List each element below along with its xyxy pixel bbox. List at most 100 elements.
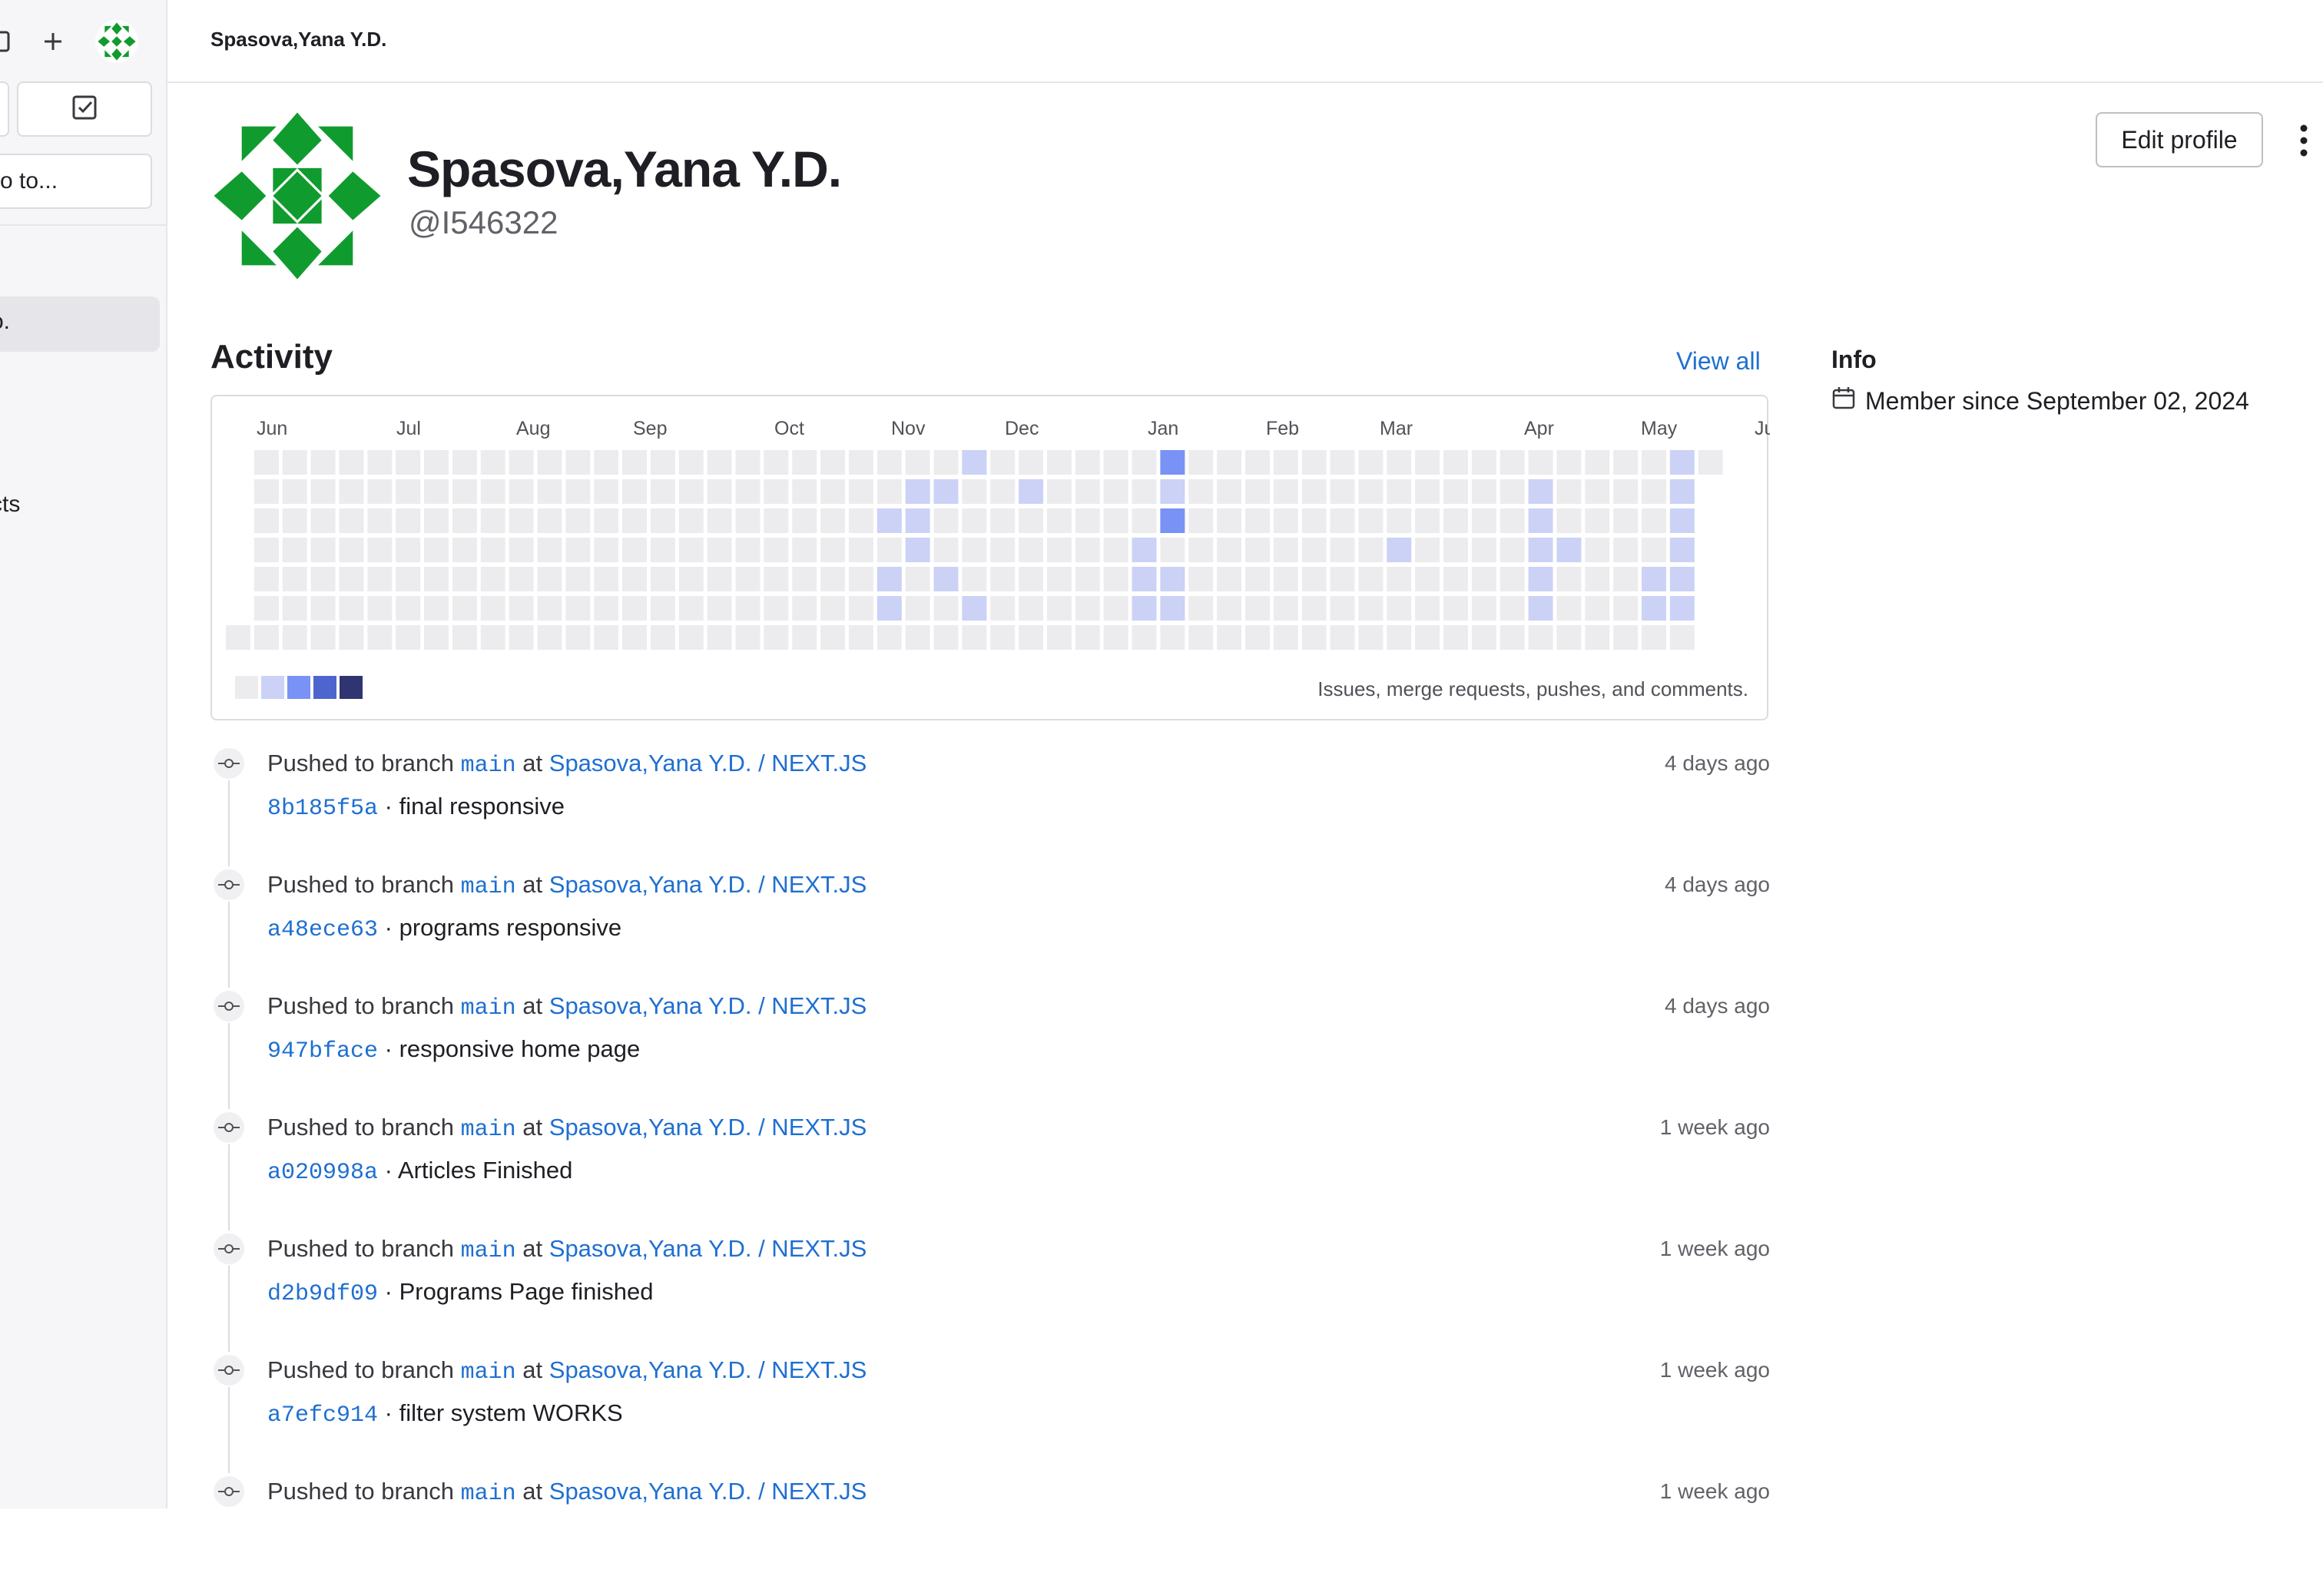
- heatmap-cell[interactable]: [1188, 538, 1214, 562]
- heatmap-cell[interactable]: [310, 567, 336, 591]
- heatmap-cell[interactable]: [1415, 508, 1440, 533]
- heatmap-cell[interactable]: [1556, 596, 1582, 621]
- sidebar-item-user[interactable]: o.: [0, 309, 10, 335]
- heatmap-cell[interactable]: [480, 625, 505, 650]
- heatmap-cell[interactable]: [1132, 508, 1157, 533]
- heatmap-cell[interactable]: [310, 596, 336, 621]
- heatmap-cell[interactable]: [1188, 567, 1214, 591]
- heatmap-cell[interactable]: [1330, 508, 1355, 533]
- heatmap-cell[interactable]: [820, 538, 846, 562]
- heatmap-cell[interactable]: [1585, 538, 1610, 562]
- heatmap-cell[interactable]: [565, 625, 591, 650]
- heatmap-cell[interactable]: [396, 625, 421, 650]
- heatmap-cell[interactable]: [1585, 508, 1610, 533]
- heatmap-cell[interactable]: [424, 567, 449, 591]
- heatmap-cell[interactable]: [1075, 538, 1100, 562]
- heatmap-cell[interactable]: [1613, 450, 1639, 475]
- heatmap-cell[interactable]: [848, 596, 873, 621]
- heatmap-cell[interactable]: [1301, 625, 1327, 650]
- commit-sha-link[interactable]: a7efc914: [267, 1402, 378, 1429]
- heatmap-cell[interactable]: [764, 538, 789, 562]
- heatmap-cell[interactable]: [367, 508, 393, 533]
- heatmap-cell[interactable]: [764, 596, 789, 621]
- heatmap-cell[interactable]: [877, 479, 902, 504]
- heatmap-cell[interactable]: [1160, 596, 1185, 621]
- branch-link[interactable]: main: [461, 995, 516, 1022]
- heatmap-cell[interactable]: [339, 538, 364, 562]
- heatmap-cell[interactable]: [1301, 450, 1327, 475]
- heatmap-cell[interactable]: [1471, 538, 1496, 562]
- heatmap-cell[interactable]: [565, 567, 591, 591]
- heatmap-cell[interactable]: [1556, 508, 1582, 533]
- heatmap-cell[interactable]: [990, 567, 1016, 591]
- heatmap-cell[interactable]: [707, 538, 732, 562]
- heatmap-cell[interactable]: [1642, 625, 1666, 650]
- heatmap-cell[interactable]: [622, 567, 648, 591]
- heatmap-cell[interactable]: [1443, 596, 1468, 621]
- commit-sha-link[interactable]: a48ece63: [267, 917, 378, 943]
- heatmap-cell[interactable]: [480, 567, 505, 591]
- heatmap-cell[interactable]: [1358, 508, 1384, 533]
- heatmap-cell[interactable]: [282, 596, 307, 621]
- heatmap-cell[interactable]: [622, 596, 648, 621]
- heatmap-cell[interactable]: [282, 538, 307, 562]
- heatmap-cell[interactable]: [424, 596, 449, 621]
- heatmap-cell[interactable]: [282, 450, 307, 475]
- heatmap-cell[interactable]: [792, 625, 817, 650]
- heatmap-cell[interactable]: [678, 625, 704, 650]
- heatmap-cell[interactable]: [764, 625, 789, 650]
- heatmap-cell[interactable]: [1075, 508, 1100, 533]
- breadcrumb[interactable]: Spasova,Yana Y.D.: [210, 28, 386, 51]
- heatmap-cell[interactable]: [1443, 479, 1468, 504]
- heatmap-cell[interactable]: [1075, 567, 1100, 591]
- heatmap-cell[interactable]: [735, 596, 761, 621]
- heatmap-cell[interactable]: [565, 450, 591, 475]
- heatmap-cell[interactable]: [537, 567, 562, 591]
- heatmap-cell[interactable]: [1160, 508, 1185, 533]
- heatmap-cell[interactable]: [1046, 479, 1072, 504]
- heatmap-cell[interactable]: [1698, 450, 1723, 475]
- heatmap-cell[interactable]: [933, 596, 959, 621]
- heatmap-cell[interactable]: [509, 508, 534, 533]
- heatmap-cell[interactable]: [707, 625, 732, 650]
- more-actions-icon[interactable]: [2292, 121, 2315, 160]
- heatmap-cell[interactable]: [764, 508, 789, 533]
- heatmap-cell[interactable]: [1358, 450, 1384, 475]
- heatmap-cell[interactable]: [877, 596, 902, 621]
- heatmap-cell[interactable]: [622, 538, 648, 562]
- heatmap-cell[interactable]: [1528, 538, 1553, 562]
- heatmap-cell[interactable]: [1528, 450, 1553, 475]
- heatmap-cell[interactable]: [1019, 508, 1044, 533]
- heatmap-cell[interactable]: [792, 450, 817, 475]
- heatmap-cell[interactable]: [622, 508, 648, 533]
- heatmap-cell[interactable]: [1019, 596, 1044, 621]
- heatmap-cell[interactable]: [1358, 596, 1384, 621]
- heatmap-cell[interactable]: [1585, 625, 1610, 650]
- heatmap-cell[interactable]: [509, 450, 534, 475]
- heatmap-cell[interactable]: [905, 450, 930, 475]
- heatmap-cell[interactable]: [962, 450, 987, 475]
- heatmap-cell[interactable]: [1273, 625, 1298, 650]
- heatmap-cell[interactable]: [848, 508, 873, 533]
- heatmap-cell[interactable]: [254, 538, 279, 562]
- heatmap-cell[interactable]: [848, 450, 873, 475]
- heatmap-cell[interactable]: [1471, 625, 1496, 650]
- heatmap-cell[interactable]: [735, 508, 761, 533]
- heatmap-cell[interactable]: [1273, 596, 1298, 621]
- commit-sha-link[interactable]: 8b185f5a: [267, 796, 378, 822]
- heatmap-cell[interactable]: [678, 450, 704, 475]
- heatmap-cell[interactable]: [1188, 596, 1214, 621]
- heatmap-cell[interactable]: [707, 508, 732, 533]
- heatmap-cell[interactable]: [452, 450, 477, 475]
- heatmap-cell[interactable]: [792, 596, 817, 621]
- heatmap-cell[interactable]: [1217, 625, 1242, 650]
- todo-button[interactable]: [17, 81, 152, 137]
- heatmap-cell[interactable]: [707, 479, 732, 504]
- heatmap-cell[interactable]: [1358, 625, 1384, 650]
- heatmap-cell[interactable]: [1188, 450, 1214, 475]
- heatmap-cell[interactable]: [1528, 567, 1553, 591]
- heatmap-cell[interactable]: [367, 567, 393, 591]
- heatmap-cell[interactable]: [650, 479, 675, 504]
- heatmap-cell[interactable]: [1330, 596, 1355, 621]
- heatmap-cell[interactable]: [1358, 567, 1384, 591]
